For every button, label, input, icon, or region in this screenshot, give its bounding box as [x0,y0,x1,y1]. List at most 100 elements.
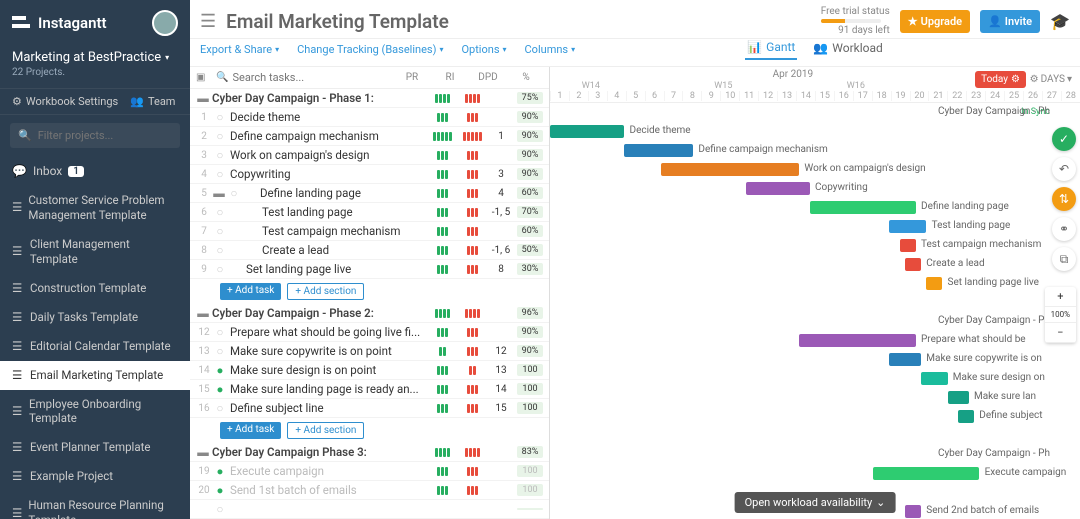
check-icon[interactable]: ● [212,483,228,497]
check-icon[interactable]: ○ [212,167,228,181]
task-row[interactable]: 20●Send 1st batch of emails100 [190,481,549,500]
sidebar-item[interactable]: ☰Email Marketing Template [0,361,190,390]
workbook-settings[interactable]: ⚙ Workbook Settings [12,95,118,108]
check-icon[interactable]: ○ [212,262,228,276]
collapse-icon[interactable]: ▬ [196,91,210,105]
task-row[interactable]: 1○Decide theme90% [190,108,549,127]
sidebar-item[interactable]: ☰Event Planner Template [0,433,190,462]
options-menu[interactable]: Options ▾ [461,43,506,56]
zoom-in[interactable]: + [1045,287,1076,307]
inbox[interactable]: 💬 Inbox 1 [0,156,190,186]
collapse-icon[interactable]: ▬ [196,306,210,320]
gantt-bar[interactable] [921,372,948,385]
today-button[interactable]: Today ⚙ [975,71,1026,88]
sidebar-item[interactable]: ☰Employee Onboarding Template [0,390,190,434]
sort-tool[interactable]: ⇅ [1052,187,1076,211]
search-input[interactable] [232,71,391,84]
team-link[interactable]: 👥 Team [130,95,175,108]
task-row[interactable]: 8○Create a lead-1, 650% [190,241,549,260]
add-task-button[interactable]: + Add task [220,283,281,300]
task-row[interactable]: 16○Define subject line15100 [190,399,549,418]
gantt-bar[interactable] [905,258,921,271]
gantt-bar[interactable] [624,144,693,157]
expand-all-icon[interactable]: ▣ [196,72,212,83]
days-zoom[interactable]: ⚙ DAYS ▾ [1026,71,1076,88]
check-icon[interactable]: ● [212,382,228,396]
gantt-chart[interactable]: Apr 2019 W14W15W16W17 123456789101112131… [550,67,1080,519]
zoom-out[interactable]: − [1045,323,1076,343]
workload-toggle[interactable]: Open workload availability ⌄ [735,492,896,513]
col-dpd[interactable]: DPD [471,72,505,83]
add-section-button[interactable]: + Add section [287,422,364,439]
task-row[interactable]: 14●Make sure design is on point13100 [190,361,549,380]
task-row[interactable]: 3○Work on campaign's design90% [190,146,549,165]
check-icon[interactable]: ○ [212,110,228,124]
collapse-icon[interactable]: ▬ [212,186,226,200]
invite-button[interactable]: 👤 Invite [980,10,1040,33]
gantt-bar[interactable] [799,334,916,347]
filter-input[interactable] [38,129,172,142]
copy-tool[interactable]: ⧉ [1052,247,1076,271]
section-row[interactable]: ▬Cyber Day Campaign - Phase 2:96% [190,304,549,323]
task-row[interactable]: 5▬○Define landing page460% [190,184,549,203]
check-icon[interactable]: ○ [212,224,228,238]
check-icon[interactable]: ○ [212,129,228,143]
col-ri[interactable]: RI [433,72,467,83]
sidebar-item[interactable]: ☰Construction Template [0,274,190,303]
branch-tool[interactable]: ⚭ [1052,217,1076,241]
task-row[interactable]: ○ [190,500,549,519]
task-row[interactable]: 4○Copywriting390% [190,165,549,184]
gantt-bar[interactable] [746,182,810,195]
tab-workload[interactable]: 👥 Workload [811,37,884,59]
sidebar-item[interactable]: ☰Human Resource Planning Template [0,491,190,519]
graduation-icon[interactable]: 🎓 [1050,12,1070,31]
task-row[interactable]: 2○Define campaign mechanism190% [190,127,549,146]
task-row[interactable]: 19●Execute campaign100 [190,462,549,481]
check-icon[interactable]: ○ [212,344,228,358]
task-row[interactable]: 6○Test landing page-1, 570% [190,203,549,222]
col-pct[interactable]: % [509,72,543,83]
task-row[interactable]: 13○Make sure copywrite is on point1290% [190,342,549,361]
check-icon[interactable]: ○ [212,401,228,415]
collapse-icon[interactable]: ▬ [196,445,210,459]
gantt-bar[interactable] [661,163,799,176]
gantt-bar[interactable] [889,353,921,366]
add-task-button[interactable]: + Add task [220,422,281,439]
gantt-bar[interactable] [873,467,979,480]
check-tool[interactable]: ✓ [1052,127,1076,151]
task-row[interactable]: 7○Test campaign mechanism60% [190,222,549,241]
task-row[interactable]: 12○Prepare what should be going live fi.… [190,323,549,342]
tracking-menu[interactable]: Change Tracking (Baselines) ▾ [297,43,443,56]
add-section-button[interactable]: + Add section [287,283,364,300]
export-menu[interactable]: Export & Share ▾ [200,43,279,56]
check-icon[interactable]: ○ [212,325,228,339]
sidebar-item[interactable]: ☰Customer Service Problem Management Tem… [0,186,190,230]
section-row[interactable]: ▬Cyber Day Campaign Phase 3:83% [190,443,549,462]
menu-icon[interactable]: ☰ [200,11,216,32]
section-row[interactable]: ▬Cyber Day Campaign - Phase 1:75% [190,89,549,108]
check-icon[interactable]: ○ [212,205,228,219]
gantt-bar[interactable] [550,125,624,138]
check-icon[interactable]: ● [212,464,228,478]
sidebar-item[interactable]: ☰Daily Tasks Template [0,303,190,332]
check-icon[interactable]: ○ [212,148,228,162]
gantt-bar[interactable] [958,410,974,423]
sidebar-item[interactable]: ☰Example Project [0,462,190,491]
filter-projects[interactable]: 🔍 [10,123,180,148]
gantt-bar[interactable] [900,239,916,252]
sidebar-item[interactable]: ☰Client Management Template [0,230,190,274]
check-icon[interactable]: ○ [212,243,228,257]
upgrade-button[interactable]: ★ Upgrade [900,10,970,33]
task-row[interactable]: 15●Make sure landing page is ready an...… [190,380,549,399]
check-icon[interactable]: ○ [226,186,242,200]
tab-gantt[interactable]: 📊 Gantt [745,36,797,60]
avatar[interactable] [152,10,178,36]
gantt-bar[interactable] [948,391,969,404]
project-selector[interactable]: Marketing at BestPractice▾ [0,46,190,67]
check-icon[interactable]: ○ [212,502,228,516]
sidebar-item[interactable]: ☰Editorial Calendar Template [0,332,190,361]
gantt-bar[interactable] [905,505,921,518]
col-pr[interactable]: PR [395,72,429,83]
gantt-bar[interactable] [926,277,942,290]
undo-tool[interactable]: ↶ [1052,157,1076,181]
